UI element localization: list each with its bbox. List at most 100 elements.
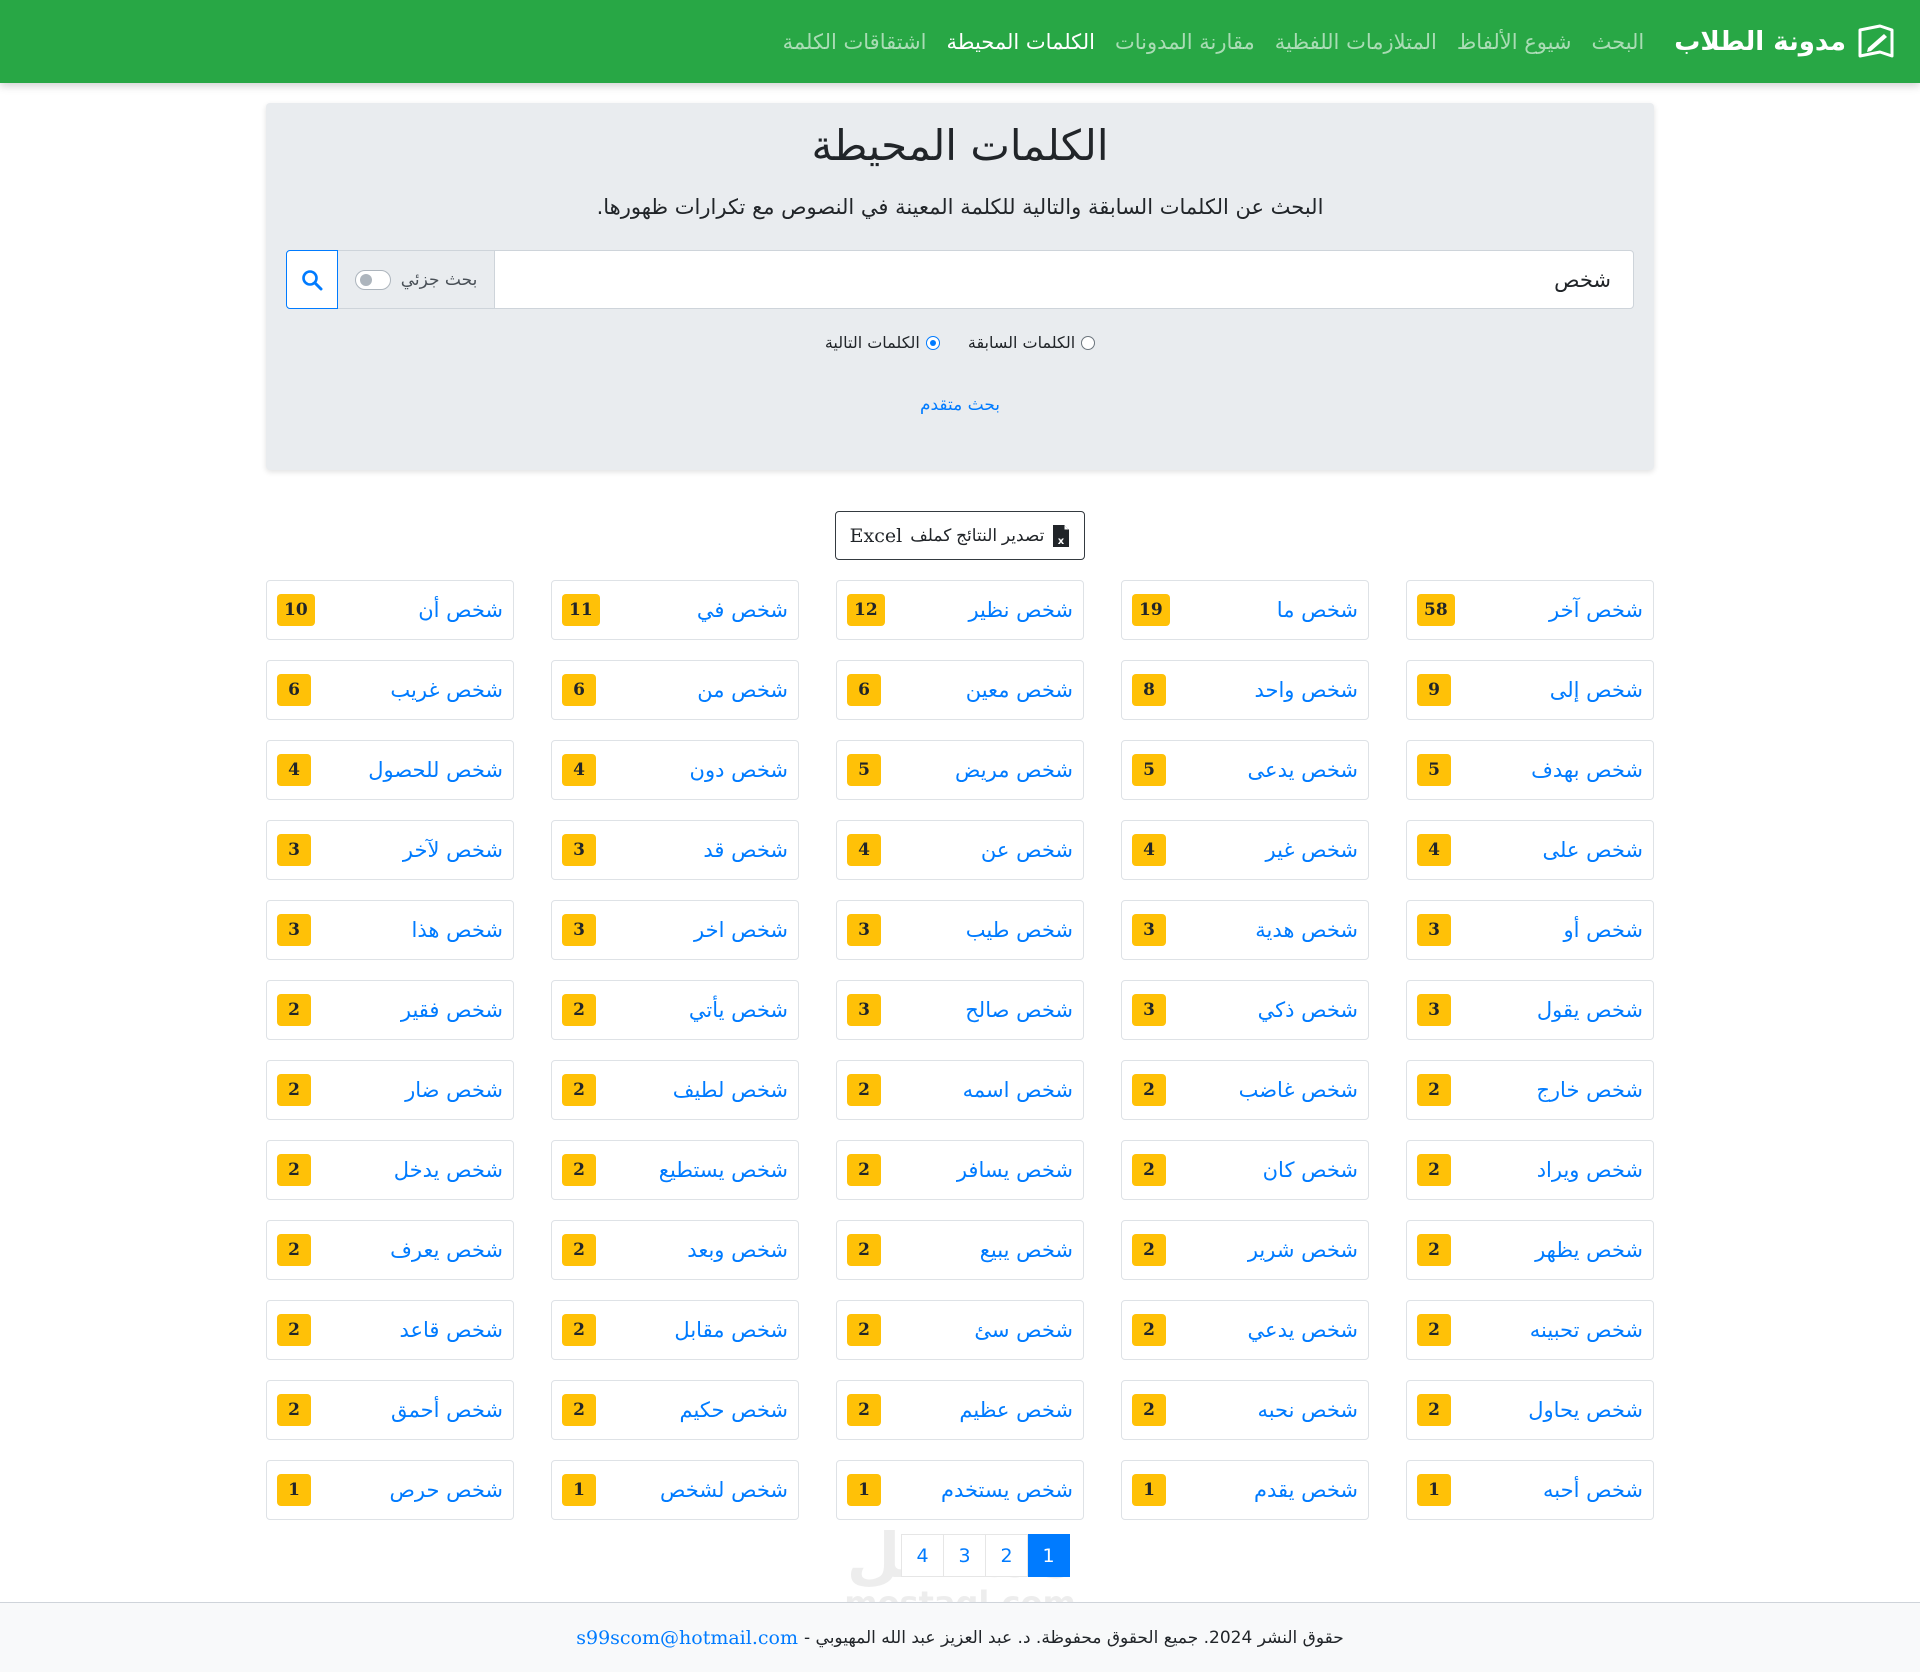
result-card[interactable]: شخص ذكي 3 [1121,980,1369,1040]
page-link-4[interactable]: 4 [901,1534,944,1577]
radio-previous[interactable] [1081,335,1096,350]
result-card[interactable]: شخص طيب 3 [836,900,1084,960]
result-word-link[interactable]: شخص وبعد [687,1238,788,1262]
result-word-link[interactable]: شخص سئ [974,1318,1073,1342]
result-word-link[interactable]: شخص هدية [1255,918,1358,942]
brand-link[interactable]: مدونة الطلاب [1674,22,1896,62]
result-card[interactable]: شخص يسافر 2 [836,1140,1084,1200]
result-word-link[interactable]: شخص ذكي [1258,998,1358,1022]
result-card[interactable]: شخص عن 4 [836,820,1084,880]
result-word-link[interactable]: شخص يحاول [1528,1398,1643,1422]
result-card[interactable]: شخص وبعد 2 [551,1220,799,1280]
nav-link-2[interactable]: المتلازمات اللفظية [1275,30,1437,54]
result-card[interactable]: شخص شرير 2 [1121,1220,1369,1280]
export-excel-button[interactable]: x تصدير النتائج كملف Excel [835,511,1085,560]
result-word-link[interactable]: شخص ما [1277,598,1358,622]
result-word-link[interactable]: شخص خارج [1536,1078,1643,1102]
result-card[interactable]: شخص اسمه 2 [836,1060,1084,1120]
result-word-link[interactable]: شخص يستخدم [941,1478,1073,1502]
result-card[interactable]: شخص يقدم 1 [1121,1460,1369,1520]
result-word-link[interactable]: شخص غير [1266,838,1358,862]
page-link-1[interactable]: 1 [1027,1534,1070,1577]
result-card[interactable]: شخص لآخر 3 [266,820,514,880]
result-card[interactable]: شخص بهدف 5 [1406,740,1654,800]
result-word-link[interactable]: شخص إلى [1550,678,1643,702]
result-card[interactable]: شخص للحصول 4 [266,740,514,800]
result-word-link[interactable]: شخص يقدم [1254,1478,1358,1502]
result-card[interactable]: شخص يأتي 2 [551,980,799,1040]
option-previous-words[interactable]: الكلمات السابقة [968,333,1096,352]
result-word-link[interactable]: شخص غريب [390,678,503,702]
result-word-link[interactable]: شخص يبيع [980,1238,1073,1262]
result-word-link[interactable]: شخص واحد [1254,678,1358,702]
result-word-link[interactable]: شخص يقول [1537,998,1643,1022]
result-word-link[interactable]: شخص نظير [968,598,1073,622]
nav-link-5[interactable]: اشتقاقات الكلمة [783,30,927,54]
nav-link-1[interactable]: شيوع الألفاظ [1457,30,1572,54]
result-card[interactable]: شخص ويراد 2 [1406,1140,1654,1200]
result-card[interactable]: شخص دون 4 [551,740,799,800]
result-card[interactable]: شخص من 6 [551,660,799,720]
result-card[interactable]: شخص إلى 9 [1406,660,1654,720]
result-card[interactable]: شخص أحمق 2 [266,1380,514,1440]
result-card[interactable]: شخص يقول 3 [1406,980,1654,1040]
result-word-link[interactable]: شخص أحمق [391,1398,503,1422]
result-card[interactable]: شخص اخر 3 [551,900,799,960]
result-card[interactable]: شخص لشخص 1 [551,1460,799,1520]
result-word-link[interactable]: شخص من [697,678,788,702]
result-card[interactable]: شخص هذا 3 [266,900,514,960]
result-word-link[interactable]: شخص أو [1563,918,1643,942]
result-word-link[interactable]: شخص صالح [965,998,1073,1022]
nav-link-4[interactable]: الكلمات المحيطة [946,30,1095,54]
result-word-link[interactable]: شخص للحصول [368,758,503,782]
result-card[interactable]: شخص غير 4 [1121,820,1369,880]
page-link-2[interactable]: 2 [985,1534,1028,1577]
result-card[interactable]: شخص أو 3 [1406,900,1654,960]
result-word-link[interactable]: شخص لطيف [673,1078,788,1102]
result-word-link[interactable]: شخص يستطيع [659,1158,788,1182]
toggle-switch-icon[interactable] [354,269,391,290]
result-word-link[interactable]: شخص تحبينه [1530,1318,1643,1342]
contact-email-link[interactable]: s99scom@hotmail.com [576,1627,798,1649]
result-card[interactable]: شخص فقير 2 [266,980,514,1040]
result-card[interactable]: شخص في 11 [551,580,799,640]
result-card[interactable]: شخص يستطيع 2 [551,1140,799,1200]
result-card[interactable]: شخص تحبينه 2 [1406,1300,1654,1360]
result-card[interactable]: شخص أن 10 [266,580,514,640]
result-word-link[interactable]: شخص يدعي [1248,1318,1358,1342]
result-word-link[interactable]: شخص كان [1263,1158,1358,1182]
result-card[interactable]: شخص نظير 12 [836,580,1084,640]
result-word-link[interactable]: شخص يعرف [390,1238,503,1262]
result-word-link[interactable]: شخص طيب [966,918,1073,942]
result-card[interactable]: شخص يدعى 5 [1121,740,1369,800]
result-card[interactable]: شخص يعرف 2 [266,1220,514,1280]
nav-link-0[interactable]: البحث [1592,30,1645,54]
result-word-link[interactable]: شخص قاعد [399,1318,503,1342]
result-card[interactable]: شخص يبيع 2 [836,1220,1084,1280]
result-card[interactable]: شخص ما 19 [1121,580,1369,640]
result-word-link[interactable]: شخص يسافر [957,1158,1073,1182]
result-word-link[interactable]: شخص فقير [401,998,503,1022]
result-word-link[interactable]: شخص دون [690,758,788,782]
result-card[interactable]: شخص غاضب 2 [1121,1060,1369,1120]
result-word-link[interactable]: شخص أن [418,598,503,622]
result-card[interactable]: شخص كان 2 [1121,1140,1369,1200]
result-card[interactable]: شخص سئ 2 [836,1300,1084,1360]
result-card[interactable]: شخص غريب 6 [266,660,514,720]
result-card[interactable]: شخص قد 3 [551,820,799,880]
result-word-link[interactable]: شخص لشخص [660,1478,788,1502]
result-word-link[interactable]: شخص نحبه [1257,1398,1358,1422]
result-word-link[interactable]: شخص اسمه [963,1078,1073,1102]
result-word-link[interactable]: شخص ضار [405,1078,503,1102]
result-word-link[interactable]: شخص عظيم [959,1398,1073,1422]
search-button[interactable] [286,250,338,309]
result-word-link[interactable]: شخص ويراد [1537,1158,1643,1182]
result-word-link[interactable]: شخص معين [966,678,1073,702]
result-card[interactable]: شخص يدخل 2 [266,1140,514,1200]
result-word-link[interactable]: شخص هذا [412,918,504,942]
result-card[interactable]: شخص يحاول 2 [1406,1380,1654,1440]
result-card[interactable]: شخص هدية 3 [1121,900,1369,960]
result-card[interactable]: شخص عظيم 2 [836,1380,1084,1440]
result-word-link[interactable]: شخص حكيم [680,1398,788,1422]
result-word-link[interactable]: شخص آخر [1549,598,1643,622]
